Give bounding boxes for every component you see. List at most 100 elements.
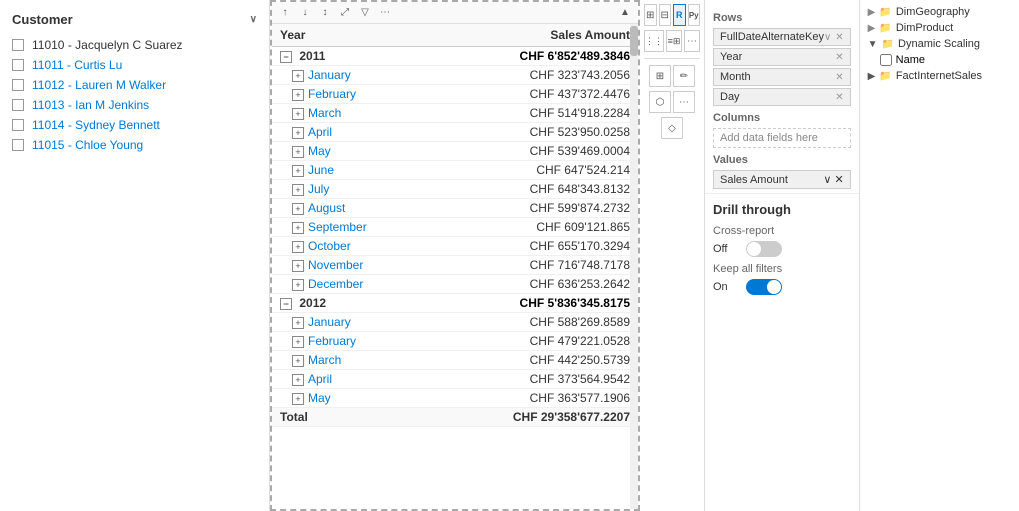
cross-report-toggle[interactable] (746, 241, 782, 257)
tree-item-dimproduct[interactable]: ▶ 📁 DimProduct (868, 20, 1019, 36)
table-row: +June CHF 647'524.214 (272, 161, 638, 180)
remove-field-icon[interactable]: ✕ (835, 92, 843, 103)
field-tag-day[interactable]: Day ✕ (713, 88, 851, 106)
month-label: +August (272, 199, 431, 218)
list-icon[interactable]: ≡⊞ (666, 30, 682, 52)
tree-item-dynamicscaling[interactable]: ▼ 📁 Dynamic Scaling (868, 36, 1019, 52)
remove-field-icon[interactable]: ✕ (835, 72, 843, 83)
expand-icon[interactable]: + (292, 336, 304, 348)
list-item[interactable]: 11013 - Ian M Jenkins (0, 95, 269, 115)
expand-icon[interactable]: + (292, 146, 304, 158)
cross-report-label: Cross-report (713, 225, 851, 237)
collapse-icon[interactable]: − (280, 298, 292, 310)
sort-asc-icon[interactable]: ↑ (276, 4, 294, 22)
keep-filters-toggle[interactable] (746, 279, 782, 295)
month-amount: CHF 655'170.3294 (431, 237, 638, 256)
field-tag-month[interactable]: Month ✕ (713, 68, 851, 86)
month-amount: CHF 716'748.7178 (431, 256, 638, 275)
remove-field-icon[interactable]: ✕ (835, 52, 843, 63)
expand-icon[interactable]: + (292, 393, 304, 405)
matrix-icon[interactable]: ⊟ (659, 4, 672, 26)
columns-label: Columns (713, 112, 851, 124)
customer-checkbox[interactable] (12, 119, 24, 131)
scroll-up-icon[interactable]: ▲ (616, 4, 634, 22)
expand-icon[interactable]: + (292, 222, 304, 234)
folder-icon2: 📁 (879, 23, 891, 34)
customer-checkbox[interactable] (12, 59, 24, 71)
expand-icon[interactable]: + (292, 279, 304, 291)
toggle-knob (747, 242, 761, 256)
expand-icon[interactable]: + (292, 260, 304, 272)
matrix-scroll-area[interactable]: Year Sales Amount − 2011 CHF 6'852'489.3… (272, 24, 638, 509)
expand-icon[interactable]: + (292, 184, 304, 196)
ellipsis-icon[interactable]: ⋯ (684, 30, 700, 52)
sort-both-icon[interactable]: ↕ (316, 4, 334, 22)
paint-icon[interactable]: ✏ (673, 65, 695, 87)
expand-icon[interactable]: + (292, 374, 304, 386)
month-label: +January (272, 313, 431, 332)
tree-group-dynamicscaling: Name (868, 52, 1019, 68)
collapse-icon[interactable]: − (280, 51, 292, 63)
name-checkbox[interactable] (880, 54, 892, 66)
expand-icon[interactable]: + (292, 165, 304, 177)
expand-icon[interactable]: + (292, 127, 304, 139)
py-icon[interactable]: Py (688, 4, 701, 26)
table-icon[interactable]: ⊞ (644, 4, 657, 26)
expand-icon[interactable]: + (292, 355, 304, 367)
list-item[interactable]: 11011 - Curtis Lu (0, 55, 269, 75)
table-row: − 2012 CHF 5'836'345.8175 (272, 294, 638, 313)
r-icon[interactable]: R (673, 4, 686, 26)
customer-checkbox[interactable] (12, 39, 24, 51)
add-columns-field[interactable]: Add data fields here (713, 128, 851, 148)
remove-field-icon[interactable]: ✕ (834, 174, 843, 186)
month-amount: CHF 647'524.214 (431, 161, 638, 180)
remove-field-icon[interactable]: ✕ (835, 32, 843, 43)
tree-item-dimgeography[interactable]: ▶ 📁 DimGeography (868, 4, 1019, 20)
month-amount: CHF 539'469.0004 (431, 142, 638, 161)
field-tag-fulldatealternatekey[interactable]: FullDateAlternateKey ∨ ✕ (713, 28, 851, 46)
month-amount: CHF 442'250.5739 (431, 351, 638, 370)
hex-icon[interactable]: ⬡ (649, 91, 671, 113)
toggle-knob (767, 280, 781, 294)
month-amount: CHF 363'577.1906 (431, 389, 638, 408)
expand-icon[interactable]: + (292, 108, 304, 120)
filter-icon[interactable]: ▽ (356, 4, 374, 22)
more-icon[interactable]: ⋯ (376, 4, 394, 22)
list-item[interactable]: 11014 - Sydney Bennett (0, 115, 269, 135)
chevron-down-icon[interactable]: ∨ (823, 174, 831, 186)
more2-icon[interactable]: ⋯ (673, 91, 695, 113)
year-amount: CHF 6'852'489.3846 (431, 47, 638, 66)
format-table-icon[interactable]: ⊞ (649, 65, 671, 87)
expand-icon[interactable]: ⤢ (336, 4, 354, 22)
grid-icon[interactable]: ⋮⋮ (644, 30, 664, 52)
customer-checkbox[interactable] (12, 139, 24, 151)
expand-icon[interactable]: + (292, 317, 304, 329)
values-label: Values (713, 154, 851, 166)
customer-title: Customer (12, 12, 73, 27)
expand-icon[interactable]: + (292, 70, 304, 82)
list-item[interactable]: 11010 - Jacquelyn C Suarez (0, 35, 269, 55)
tree-checkbox-name[interactable]: Name (880, 52, 1019, 68)
chevron-down-icon[interactable]: ∨ (824, 32, 831, 43)
tree-item-factinternetsales[interactable]: ▶ 📁 FactInternetSales (868, 68, 1019, 84)
diamond-icon[interactable]: ◇ (661, 117, 683, 139)
month-label: +July (272, 180, 431, 199)
month-label: +December (272, 275, 431, 294)
expand-tree-icon: ▶ (868, 71, 876, 82)
expand-icon[interactable]: + (292, 203, 304, 215)
folder-icon2: 📁 (879, 71, 891, 82)
field-tag-sales-amount[interactable]: Sales Amount ∨ ✕ (713, 170, 851, 189)
expand-icon[interactable]: + (292, 241, 304, 253)
list-item[interactable]: 11015 - Chloe Young (0, 135, 269, 155)
field-tag-year[interactable]: Year ✕ (713, 48, 851, 66)
customer-checkbox[interactable] (12, 79, 24, 91)
list-item[interactable]: 11012 - Lauren M Walker (0, 75, 269, 95)
table-row: +February CHF 437'372.4476 (272, 85, 638, 104)
customer-name: 11010 - Jacquelyn C Suarez (32, 38, 183, 52)
chevron-down-icon[interactable]: ∨ (250, 14, 257, 25)
expand-icon[interactable]: + (292, 89, 304, 101)
sort-desc-icon[interactable]: ↓ (296, 4, 314, 22)
customer-checkbox[interactable] (12, 99, 24, 111)
month-label: +November (272, 256, 431, 275)
table-row: +August CHF 599'874.2732 (272, 199, 638, 218)
